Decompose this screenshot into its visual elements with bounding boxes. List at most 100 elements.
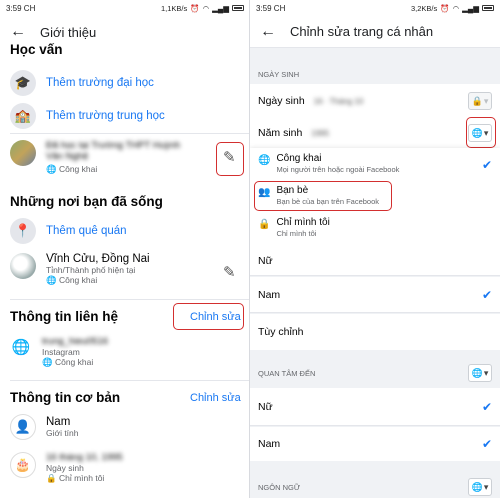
- option-label: Nữ: [258, 400, 273, 413]
- person-icon: 👤: [10, 414, 36, 440]
- status-time: 3:59 CH: [256, 3, 286, 13]
- birthday-section-header: NGÀY SINH: [250, 66, 500, 82]
- birth-year-value: 1995: [311, 129, 330, 138]
- checkmark-icon: ✔: [481, 287, 492, 302]
- school-photo: [10, 140, 36, 166]
- option-subtitle: Chỉ mình tôi: [276, 229, 317, 238]
- city-name: Vĩnh Cửu, Đồng Nai: [46, 253, 150, 265]
- school-entry: Đã học tại Trường THPT Huỳnh Văn Nghệ 🌐 …: [0, 140, 250, 175]
- school-name: Đã học tại Trường THPT Huỳnh Văn Nghệ: [46, 140, 181, 162]
- instagram-privacy: Công khai: [54, 357, 94, 367]
- privacy-option-public[interactable]: 🌐 Công khai Mọi người trên hoặc ngoài Fa…: [250, 152, 500, 182]
- city-privacy: Công khai: [58, 275, 98, 285]
- contact-section-title: Thông tin liên hệ: [10, 309, 118, 324]
- alarm-icon: ⏰: [190, 3, 200, 13]
- lock-icon: 🔒: [471, 95, 483, 106]
- edit-city-pencil-icon[interactable]: ✎: [223, 263, 236, 281]
- current-city-entry: Vĩnh Cửu, Đồng Nai Tỉnh/Thành phố hiện t…: [0, 253, 250, 286]
- globe-icon: 🌐: [11, 339, 31, 356]
- places-section-title: Những nơi bạn đã sống: [10, 194, 163, 209]
- lock-icon: 🔒: [46, 473, 57, 483]
- birthday-label: Ngày sinh: [46, 463, 84, 473]
- birth-date-privacy-button[interactable]: 🔒 ▾: [468, 92, 492, 110]
- add-hometown-link[interactable]: Thêm quê quán: [46, 225, 127, 237]
- highlight-box: [466, 117, 496, 148]
- globe-icon: 🌐: [42, 357, 53, 367]
- network-speed: 3,2KB/s: [410, 3, 438, 13]
- top-bar: ← Chỉnh sửa trang cá nhân: [250, 16, 500, 48]
- gender-value: Nam: [46, 416, 71, 428]
- checkmark-icon: ✔: [481, 437, 492, 451]
- wifi-icon: ◠: [452, 3, 460, 13]
- language-privacy-button[interactable]: 🌐 ▾: [468, 478, 492, 496]
- globe-icon: 🌐: [46, 164, 57, 174]
- option-subtitle: Mọi người trên hoặc ngoài Facebook: [276, 165, 400, 174]
- birthday-cake-icon: 🎂: [10, 452, 36, 478]
- school-building-icon: 🏫: [10, 103, 36, 129]
- back-arrow-icon[interactable]: ←: [260, 23, 276, 40]
- back-arrow-icon[interactable]: ←: [10, 24, 26, 40]
- highlight-box: [254, 181, 392, 211]
- birthday-privacy: Chỉ mình tôi: [58, 473, 105, 483]
- birth-date-label: Ngày sinh: [258, 95, 305, 107]
- privacy-option-only-me[interactable]: 🔒 Chỉ mình tôi Chỉ mình tôi: [250, 216, 500, 244]
- education-section-title: Học vấn: [10, 42, 63, 57]
- battery-icon: [232, 5, 244, 11]
- interested-section-header: QUAN TÂM ĐẾN 🌐 ▾: [250, 360, 500, 386]
- basic-info-section-title: Thông tin cơ bản: [10, 390, 121, 405]
- battery-icon: [482, 5, 494, 11]
- gender-option-male[interactable]: Nam ✔: [250, 277, 500, 313]
- signal-icon: ▂▄▆: [462, 3, 479, 13]
- option-title: Chỉ mình tôi: [276, 217, 330, 228]
- instagram-user: trung_hieu0516: [42, 336, 109, 347]
- globe-icon: 🌐: [471, 481, 483, 492]
- add-university-link[interactable]: Thêm trường đại học: [46, 77, 154, 89]
- page-title: Chỉnh sửa trang cá nhân: [290, 24, 434, 39]
- add-highschool-row[interactable]: 🏫 Thêm trường trung học: [0, 103, 250, 129]
- add-hometown-row[interactable]: 📍 Thêm quê quán: [0, 218, 250, 244]
- status-bar: 3:59 CH 1,1KB/s ⏰ ◠ ▂▄▆: [0, 0, 250, 16]
- network-speed: 1,1KB/s: [160, 3, 188, 13]
- page-title: Giới thiệu: [40, 24, 97, 40]
- location-pin-icon: 📍: [10, 218, 36, 244]
- birth-date-value: 16 · Tháng 10: [313, 97, 364, 106]
- gender-option-female[interactable]: Nữ: [250, 246, 500, 276]
- status-bar: 3:59 CH 3,2KB/s ⏰ ◠ ▂▄▆: [250, 0, 500, 16]
- option-title: Công khai: [276, 153, 322, 164]
- highlight-box: [173, 303, 244, 330]
- city-icon: [10, 253, 36, 279]
- language-section-header: NGÔN NGỮ 🌐 ▾: [250, 476, 500, 498]
- option-label: Tùy chỉnh: [258, 326, 304, 338]
- instagram-entry: 🌐 trung_hieu0516 Instagram 🌐 Công khai: [0, 336, 250, 368]
- divider: [10, 133, 250, 134]
- globe-icon: 🌐: [258, 155, 271, 166]
- interested-option-female[interactable]: Nữ ✔: [250, 388, 500, 426]
- edit-profile-screen: 3:59 CH 3,2KB/s ⏰ ◠ ▂▄▆ ← Chỉnh sửa tran…: [250, 0, 500, 498]
- alarm-icon: ⏰: [440, 3, 450, 13]
- add-university-row[interactable]: 🎓 Thêm trường đại học: [0, 70, 250, 96]
- interested-privacy-button[interactable]: 🌐 ▾: [468, 364, 492, 382]
- gender-option-custom[interactable]: Tùy chỉnh: [250, 314, 500, 350]
- gender-label: Giới tính: [46, 428, 79, 438]
- checkmark-icon: ✔: [481, 399, 492, 414]
- birth-date-row[interactable]: Ngày sinh 16 · Tháng 10 🔒 ▾: [250, 84, 500, 118]
- divider: [10, 299, 250, 300]
- basic-info-edit-link[interactable]: Chỉnh sửa: [190, 392, 241, 404]
- birth-year-label: Năm sinh: [258, 127, 303, 139]
- about-screen: 3:59 CH 1,1KB/s ⏰ ◠ ▂▄▆ ← Giới thiệu Học…: [0, 0, 250, 498]
- privacy-dropdown-menu: 🌐 Công khai Mọi người trên hoặc ngoài Fa…: [250, 148, 500, 246]
- birthday-value: 16 tháng 10, 1995: [46, 452, 123, 463]
- option-label: Nữ: [258, 254, 273, 267]
- globe-icon: 🌐: [46, 275, 57, 285]
- birth-year-row[interactable]: Năm sinh 1995 🌐 ▾: [250, 118, 500, 148]
- add-highschool-link[interactable]: Thêm trường trung học: [46, 110, 165, 122]
- option-label: Nam: [258, 288, 281, 301]
- graduation-cap-icon: 🎓: [10, 70, 36, 96]
- lock-icon: 🔒: [258, 219, 271, 230]
- city-sub: Tỉnh/Thành phố hiện tại: [46, 265, 136, 275]
- interested-option-male[interactable]: Nam ✔: [250, 427, 500, 461]
- highlight-box: [216, 142, 244, 176]
- divider: [10, 380, 250, 381]
- school-privacy: Công khai: [58, 164, 98, 174]
- option-label: Nam: [258, 438, 281, 450]
